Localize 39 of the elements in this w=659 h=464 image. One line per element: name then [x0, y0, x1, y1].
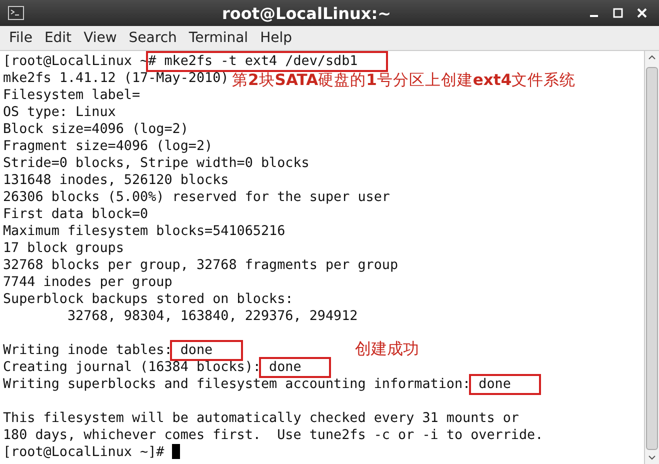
scroll-thumb[interactable]	[646, 67, 658, 450]
maximize-icon[interactable]	[613, 8, 623, 18]
close-icon[interactable]	[637, 8, 647, 18]
terminal-text: Superblock backups stored on blocks:	[3, 292, 294, 307]
menu-item[interactable]: Help	[254, 30, 298, 46]
highlighted-text: # mke2fs -t ext4 /dev/sdb1	[148, 53, 386, 70]
menu-item[interactable]: Terminal	[182, 30, 254, 46]
terminal-text: 26306 blocks (5.00%) reserved for the super user	[3, 190, 390, 205]
terminal-text: First data block=0	[3, 207, 148, 222]
highlighted-text: done	[470, 376, 539, 393]
scrollbar[interactable]	[644, 51, 659, 464]
terminal-text: Writing superblocks and filesystem accounting information:	[3, 377, 471, 392]
terminal-text: Block size=4096 (log=2)	[3, 122, 188, 137]
menu-item[interactable]: File	[3, 30, 38, 46]
terminal-text: 131648 inodes, 526120 blocks	[3, 173, 229, 188]
terminal-text: 180 days, whichever comes first. Use tune2fs -c or -i to override.	[3, 428, 544, 443]
menu-item[interactable]: Search	[122, 30, 183, 46]
terminal-text: 32768 blocks per group, 32768 fragments per group	[3, 258, 398, 273]
annotation-text: 创建成功	[355, 339, 419, 360]
terminal-text: mke2fs 1.41.12 (17-May-2010)	[3, 71, 229, 86]
terminal-icon	[8, 6, 24, 20]
terminal-text: Maximum filesystem blocks=541065216	[3, 224, 286, 239]
terminal-text: OS type: Linux	[3, 105, 116, 120]
terminal-text: Filesystem label=	[3, 88, 140, 103]
terminal-text: 32768, 98304, 163840, 229376, 294912	[66, 309, 358, 324]
terminal-text: Creating journal (16384 blocks):	[3, 360, 261, 375]
terminal-text: 17 block groups	[3, 241, 124, 256]
annotation-text: 第2块SATA硬盘的1号分区上创建ext4文件系统	[232, 70, 576, 91]
terminal-text: This filesystem will be automatically checked every 31 mounts or	[3, 411, 519, 426]
window-title: root@LocalLinux:~	[220, 4, 392, 22]
terminal-text: [root@LocalLinux ~]#	[3, 445, 166, 460]
terminal-text: Writing inode tables:	[3, 343, 172, 358]
menu-item[interactable]: View	[78, 30, 123, 46]
highlighted-text: done	[172, 342, 241, 359]
menu-item[interactable]: Edit	[38, 30, 78, 46]
terminal-text: Fragment size=4096 (log=2)	[3, 139, 213, 154]
highlighted-text: done	[260, 359, 330, 376]
terminal-text: 7744 inodes per group	[3, 275, 172, 290]
terminal-text: Stride=0 blocks, Stripe width=0 blocks	[3, 156, 310, 171]
